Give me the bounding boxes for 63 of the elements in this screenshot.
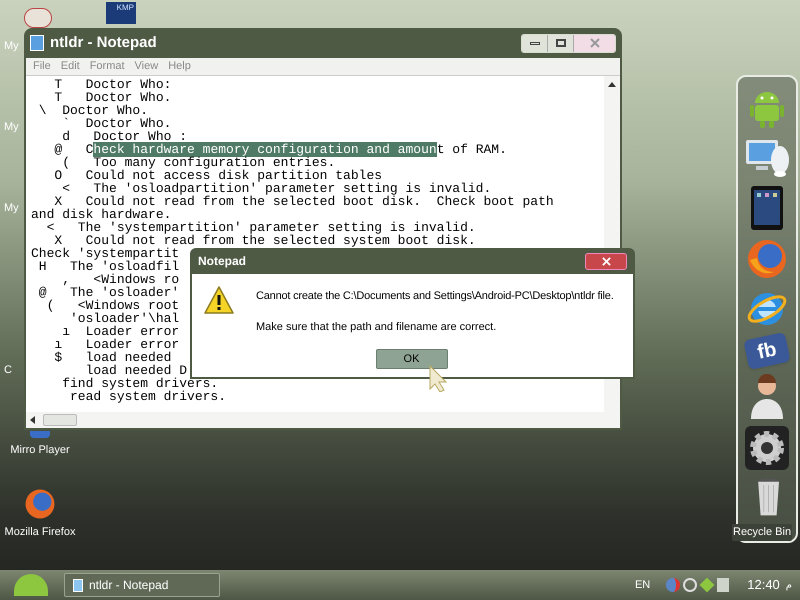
menu-item[interactable]: Format [90,58,125,75]
desktop-shortcut-icon[interactable] [24,8,52,28]
scrollbar-thumb[interactable] [43,414,77,426]
text-line: d Doctor Who : [62,130,188,143]
text-line: @ The 'osloader' [38,286,180,299]
text-line: \ Doctor Who. [38,104,148,117]
scroll-up-arrow-icon[interactable] [608,82,616,87]
notepad-app-icon [73,578,83,592]
tablet-icon[interactable] [750,185,784,231]
menu-item[interactable]: View [134,58,158,75]
close-button[interactable] [585,252,627,270]
text-line: T Doctor Who: [53,78,172,91]
horizontal-scrollbar[interactable] [26,412,620,428]
desktop-icon-label[interactable]: Mozilla Firefox [4,524,76,540]
text-line: ( <Windows root [46,299,180,312]
text-line: H The 'osloadfil [38,260,180,273]
text-line: < The 'systempartition' parameter setting is invalid. [46,221,476,234]
maximize-button[interactable] [547,34,573,52]
menu-item[interactable]: File [33,58,51,75]
close-icon [590,38,600,48]
minimize-button[interactable] [522,34,547,52]
text-line: and disk hardware. [31,208,172,221]
text-line: @ Check hardware memory configuration and amount of RAM. [53,143,507,156]
hint-message: Make sure that the path and filename are correct. [256,320,498,334]
text-line: ı Loader error [61,325,180,338]
text-line: Check 'systempartit [31,247,180,260]
desktop-icon-label[interactable]: Mirro Player [10,442,70,458]
window-title: ntldr - Notepad [50,32,157,53]
text-line: T Doctor Who. [53,91,172,104]
start-orb-icon[interactable] [14,574,48,596]
clock[interactable]: 12:40 [747,575,780,595]
ok-button[interactable]: OK [376,349,448,369]
device-tray-icon[interactable] [717,578,730,592]
menu-item[interactable]: Help [168,58,191,75]
settings-icon[interactable] [745,426,789,470]
error-message: Cannot create the C:\Documents and Settings\Android-PC\Desktop\ntldr file. [256,289,614,304]
text-line: find system drivers. [61,377,218,390]
language-indicator[interactable]: EN [634,576,650,594]
clock-suffix: م [786,578,792,592]
text-line: , <Windows ro [61,273,180,286]
mouse-cursor-icon [428,364,450,392]
scroll-left-arrow-icon[interactable] [30,416,35,424]
notepad-app-icon [30,35,44,51]
text-line: $ load needed [53,351,172,364]
taskbar-button[interactable]: ntldr - Notepad [64,573,220,597]
menu-item[interactable]: Edit [60,58,80,75]
text-line: 'osloader'\hal [69,312,180,325]
player-shortcut-icon[interactable]: KMP [106,2,136,24]
text-line: O Could not access disk partition tables [53,169,382,182]
text-line: < The 'osloadpartition' parameter setting is invalid. [61,182,492,195]
warning-icon [204,286,234,314]
desktop-icon-label[interactable]: C [4,362,12,378]
text-line: load needed D [86,364,188,377]
dock-item-label[interactable]: Recycle Bin [732,524,792,540]
text-line: X Could not read from the selected boot disk. Check boot path [54,195,554,208]
text-line: X Could not read from the selected system boot disk. [54,234,476,247]
text-line: ( Too many configuration entries. [61,156,336,169]
dialog-title: Notepad [198,253,246,270]
text-line: read system drivers. [69,390,226,403]
text-line: ` Doctor Who. [61,117,172,130]
fb-tile-icon[interactable]: fb [743,332,791,370]
close-icon [602,256,610,266]
text-line: ı Loader error [53,338,180,351]
